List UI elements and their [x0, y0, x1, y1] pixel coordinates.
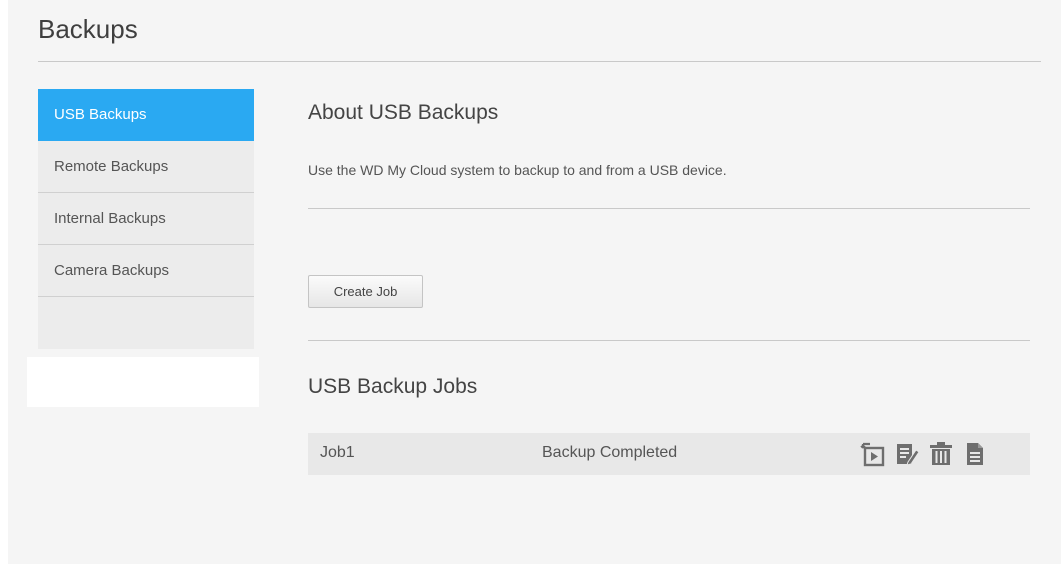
job-name: Job1 [320, 444, 355, 461]
about-heading: About USB Backups [308, 101, 499, 124]
edit-icon[interactable] [894, 441, 920, 467]
about-description: Use the WD My Cloud system to backup to … [308, 162, 727, 178]
jobs-heading: USB Backup Jobs [308, 375, 478, 398]
sidebar-item-camera-backups[interactable]: Camera Backups [38, 245, 254, 297]
section-divider [308, 208, 1030, 209]
sidebar-item-label: Internal Backups [54, 210, 166, 227]
details-icon[interactable] [962, 441, 988, 467]
sidebar-item-label: Camera Backups [54, 262, 170, 279]
create-job-button[interactable]: Create Job [308, 275, 423, 308]
sidebar-item-usb-backups[interactable]: USB Backups [38, 89, 254, 141]
restore-icon[interactable] [860, 441, 886, 467]
sidebar: USB Backups Remote Backups Internal Back… [38, 89, 254, 349]
page-title: Backups [38, 14, 138, 44]
title-divider [38, 61, 1041, 62]
delete-icon[interactable] [928, 441, 954, 467]
sidebar-item-internal-backups[interactable]: Internal Backups [38, 193, 254, 245]
sidebar-footer-blank [27, 357, 259, 407]
section-divider [308, 340, 1030, 341]
backups-page: Backups USB Backups Remote Backups Inter… [8, 0, 1061, 564]
sidebar-item-remote-backups[interactable]: Remote Backups [38, 141, 254, 193]
table-row: Job1 Backup Completed [308, 433, 1030, 475]
job-status: Backup Completed [542, 444, 678, 461]
sidebar-item-label: Remote Backups [54, 158, 169, 175]
sidebar-item-label: USB Backups [54, 106, 147, 123]
